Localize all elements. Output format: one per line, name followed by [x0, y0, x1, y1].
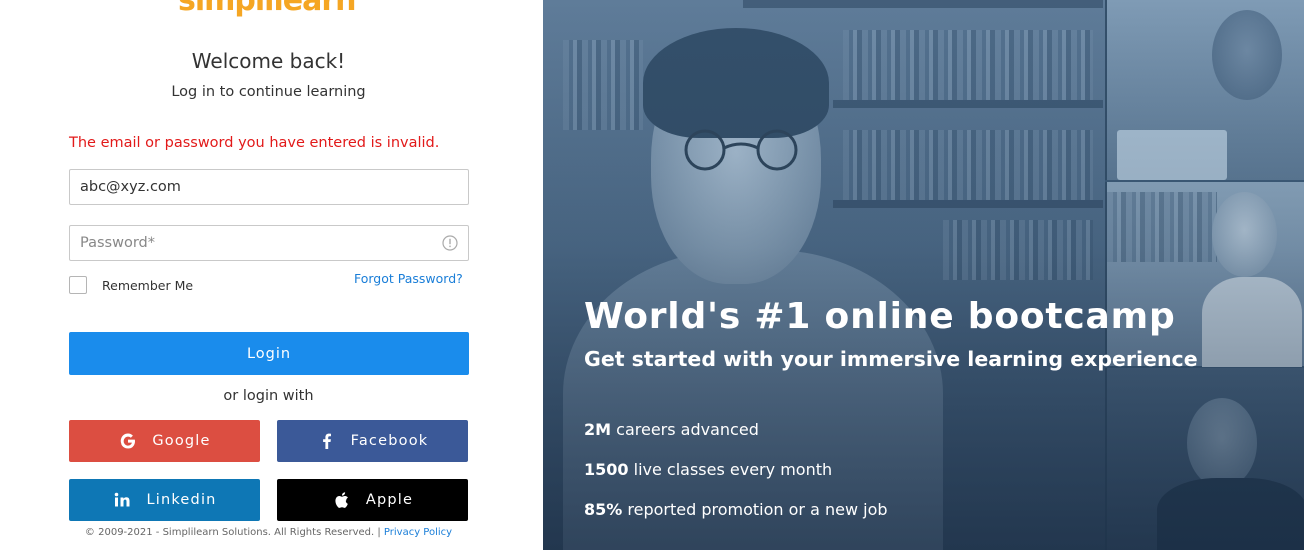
remember-me-label: Remember Me	[102, 277, 194, 293]
stat-value: 2M	[584, 420, 612, 439]
footer-copyright: © 2009-2021 - Simplilearn Solutions. All…	[84, 527, 381, 538]
google-login-button[interactable]: Google	[69, 420, 260, 462]
remember-me-checkbox[interactable]	[69, 276, 87, 294]
forgot-password-link[interactable]: Forgot Password?	[354, 271, 463, 286]
simplilearn-logo[interactable]: simplilearn	[178, 0, 358, 18]
page-subtitle: Log in to continue learning	[171, 84, 366, 100]
hero-subtitle: Get started with your immersive learning…	[584, 347, 1198, 371]
google-icon	[118, 431, 138, 451]
stat-live-classes: 1500 live classes every month	[584, 460, 832, 479]
hero-title: World's #1 online bootcamp	[584, 296, 1176, 337]
password-field[interactable]	[69, 225, 469, 261]
email-input[interactable]	[70, 170, 468, 204]
login-panel: simplilearn Welcome back! Log in to cont…	[0, 0, 543, 550]
password-input[interactable]	[70, 226, 468, 260]
apple-icon	[332, 490, 352, 510]
stat-promotion: 85% reported promotion or a new job	[584, 500, 888, 519]
or-login-with-label: or login with	[223, 388, 314, 404]
login-error-message: The email or password you have entered i…	[69, 135, 440, 151]
info-circle-icon	[442, 235, 458, 251]
stat-careers: 2M careers advanced	[584, 420, 759, 439]
linkedin-label: Linkedin	[146, 492, 217, 508]
stat-label: live classes every month	[633, 460, 833, 479]
facebook-label: Facebook	[350, 433, 429, 449]
footer: © 2009-2021 - Simplilearn Solutions. All…	[0, 527, 537, 538]
logo-text: simplilearn	[178, 0, 356, 18]
facebook-login-button[interactable]: Facebook	[277, 420, 468, 462]
linkedin-login-button[interactable]: Linkedin	[69, 479, 260, 521]
stat-value: 1500	[584, 460, 629, 479]
stat-label: reported promotion or a new job	[627, 500, 888, 519]
login-button[interactable]: Login	[69, 332, 469, 375]
apple-label: Apple	[365, 492, 414, 508]
stat-label: careers advanced	[616, 420, 759, 439]
remember-me[interactable]: Remember Me	[69, 276, 193, 294]
email-field[interactable]	[69, 169, 469, 205]
apple-login-button[interactable]: Apple	[277, 479, 468, 521]
facebook-icon	[317, 431, 337, 451]
linkedin-icon	[112, 490, 132, 510]
stat-value: 85%	[584, 500, 623, 519]
hero-panel: World's #1 online bootcamp Get started w…	[543, 0, 1304, 550]
page-title: Welcome back!	[191, 49, 346, 73]
privacy-policy-link[interactable]: Privacy Policy	[384, 527, 452, 538]
google-label: Google	[152, 433, 211, 449]
